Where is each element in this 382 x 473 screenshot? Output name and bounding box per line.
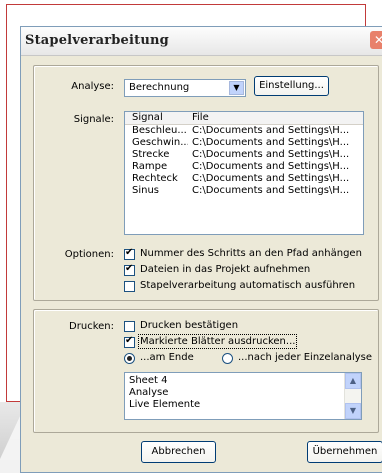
chevron-down-icon[interactable]: ▼: [229, 81, 244, 95]
options-label: Optionen:: [64, 249, 114, 260]
radio-at-end[interactable]: [124, 353, 135, 364]
signal-name: Sinus: [132, 185, 160, 196]
signal-file: C:\Documents and Settings\H...: [192, 161, 350, 172]
signals-label: Signale:: [73, 114, 114, 125]
signal-file: C:\Documents and Settings\H...: [192, 125, 350, 136]
print-marked-checkbox[interactable]: [124, 335, 135, 348]
signal-name: Beschleu...: [132, 125, 187, 136]
signals-header: Signal File: [125, 112, 363, 125]
signal-file: C:\Documents and Settings\H...: [192, 149, 350, 160]
list-item[interactable]: Analyse: [129, 387, 168, 399]
signal-file: C:\Documents and Settings\H...: [192, 137, 350, 148]
signals-list[interactable]: Signal File Beschleu... C:\Documents and …: [124, 111, 364, 235]
radio-after-each[interactable]: [222, 353, 233, 364]
signal-name: Geschwin...: [132, 137, 188, 148]
sheets-scrollbar[interactable]: ▲ ▼: [344, 373, 361, 419]
cancel-button[interactable]: Abbrechen: [141, 441, 216, 463]
print-marked-label: Markierte Blätter ausdrucken...: [137, 334, 298, 349]
signal-file: C:\Documents and Settings\H...: [192, 173, 350, 184]
column-header-file[interactable]: File: [192, 112, 209, 124]
analysis-group: Analyse: Berechnung ▼ Einstellung... Sig…: [33, 65, 379, 301]
radio-after-each-label: ...nach jeder Einzelanalyse: [238, 352, 373, 363]
signal-name: Rampe: [132, 161, 168, 172]
analyse-select-value: Berechnung: [129, 82, 190, 93]
list-item[interactable]: Live Elemente: [129, 399, 200, 411]
print-confirm-label: Drucken bestätigen: [140, 320, 239, 331]
signal-name: Strecke: [132, 149, 170, 160]
option-add-to-project-label: Dateien in das Projekt aufnehmen: [140, 264, 311, 275]
print-confirm-checkbox[interactable]: [124, 321, 135, 332]
settings-button[interactable]: Einstellung...: [254, 76, 329, 96]
radio-at-end-label: ...am Ende: [140, 352, 194, 363]
close-icon[interactable]: ✕: [370, 31, 382, 49]
option-auto-run-checkbox[interactable]: [124, 281, 135, 292]
title-bar: Stapelverarbeitung ✕: [21, 27, 382, 56]
batch-dialog: Stapelverarbeitung ✕ Analyse: Berechnung…: [20, 26, 382, 473]
signal-file: C:\Documents and Settings\H...: [192, 185, 350, 196]
signal-name: Rechteck: [132, 173, 178, 184]
apply-button[interactable]: Übernehmen: [307, 441, 382, 463]
list-item[interactable]: Sheet 4: [129, 375, 167, 387]
analyse-select[interactable]: Berechnung ▼: [124, 79, 246, 97]
option-step-number-checkbox[interactable]: [124, 247, 135, 260]
analyse-label: Analyse:: [71, 81, 114, 92]
print-label: Drucken:: [69, 321, 114, 332]
option-step-number-label: Nummer des Schritts an den Pfad anhängen: [140, 248, 362, 259]
print-group: Drucken: Drucken bestätigen Markierte Bl…: [33, 309, 379, 433]
window-title: Stapelverarbeitung: [25, 33, 169, 48]
sheets-list[interactable]: Sheet 4 Analyse Live Elemente ▲ ▼: [124, 372, 362, 420]
column-header-signal[interactable]: Signal: [132, 112, 188, 124]
option-add-to-project-checkbox[interactable]: [124, 263, 135, 276]
scroll-up-icon[interactable]: ▲: [345, 373, 361, 389]
option-auto-run-label: Stapelverarbeitung automatisch ausführen: [140, 280, 356, 291]
scroll-down-icon[interactable]: ▼: [345, 403, 361, 419]
